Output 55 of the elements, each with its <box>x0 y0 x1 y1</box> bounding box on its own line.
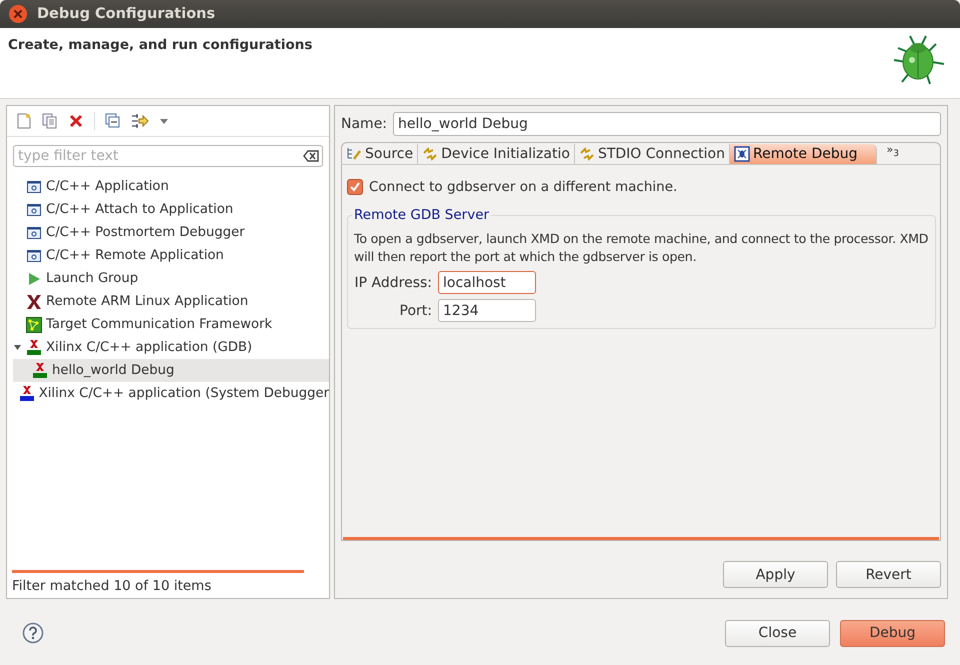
source-icon <box>346 146 362 162</box>
tree-item[interactable]: Target Communication Framework <box>46 317 272 332</box>
gdb-logo-icon <box>26 340 42 356</box>
tree-item[interactable]: Remote ARM Linux Application <box>46 294 248 309</box>
port-field[interactable]: 1234 <box>438 299 536 322</box>
debug-button[interactable]: Debug <box>840 620 945 646</box>
dropdown-caret-icon[interactable] <box>159 117 169 125</box>
bug-frame-icon <box>734 146 750 162</box>
header-title: Create, manage, and run configurations <box>8 37 312 53</box>
filter-icon[interactable] <box>131 113 149 129</box>
c-file-icon <box>26 178 42 194</box>
new-file-icon[interactable] <box>16 113 32 129</box>
ip-address-field[interactable]: localhost <box>438 271 536 294</box>
gdb-logo-icon <box>32 362 48 378</box>
c-file-icon <box>26 202 42 218</box>
ip-address-label: IP Address: <box>354 274 433 290</box>
tree-item[interactable]: C/C++ Postmortem Debugger <box>46 225 245 240</box>
c-file-icon <box>26 248 42 264</box>
apply-button[interactable]: Apply <box>723 561 828 588</box>
c-file-icon <box>26 224 42 240</box>
x-logo-icon <box>26 294 42 310</box>
tree-item[interactable]: Launch Group <box>46 271 138 286</box>
tab[interactable]: Source <box>342 144 418 164</box>
clear-icon[interactable] <box>303 150 319 162</box>
tree-item[interactable]: Xilinx C/C++ application (System Debugger <box>38 386 329 401</box>
close-button[interactable] <box>9 5 27 23</box>
copy-icon[interactable] <box>42 113 58 129</box>
revert-button[interactable]: Revert <box>836 561 941 588</box>
help-icon[interactable] <box>22 622 44 644</box>
name-label: Name: <box>341 116 388 132</box>
tree-item[interactable]: C/C++ Attach to Application <box>46 202 234 217</box>
collapse-icon[interactable] <box>105 113 121 129</box>
tab[interactable]: Remote Debug <box>730 144 876 164</box>
filter-field[interactable]: type filter text <box>13 145 323 167</box>
filter-status: Filter matched 10 of 10 items <box>12 578 212 594</box>
tree-item[interactable]: C/C++ Remote Application <box>46 248 224 263</box>
window-title: Debug Configurations <box>37 6 216 22</box>
description: To open a gdbserver, launch XMD on the remote machine, and connect to the processor. XMD will then report the port at which the gdbserver is open. <box>354 230 930 266</box>
check-icon <box>349 181 361 193</box>
tree-item[interactable]: C/C++ Application <box>46 179 169 194</box>
tcf-logo-icon <box>18 386 35 402</box>
tab[interactable]: Device Initializatio <box>418 144 575 164</box>
port-label: Port: <box>398 302 433 318</box>
checkbox-label: Connect to gdbserver on a different machine. <box>369 179 678 195</box>
more-tabs[interactable]: »$_{3}$ <box>876 143 899 160</box>
network-icon <box>26 316 42 332</box>
delete-icon[interactable] <box>68 113 84 129</box>
name-field[interactable]: hello_world Debug <box>393 112 941 136</box>
sync-arrows-icon <box>422 146 438 162</box>
sync-arrows-icon <box>578 146 595 162</box>
close-dialog-button[interactable]: Close <box>725 620 830 646</box>
expand-arrow-icon[interactable] <box>13 343 22 352</box>
checkbox[interactable] <box>347 179 363 195</box>
tree-item[interactable]: Xilinx C/C++ application (GDB) <box>46 340 252 355</box>
play-icon <box>26 270 42 286</box>
